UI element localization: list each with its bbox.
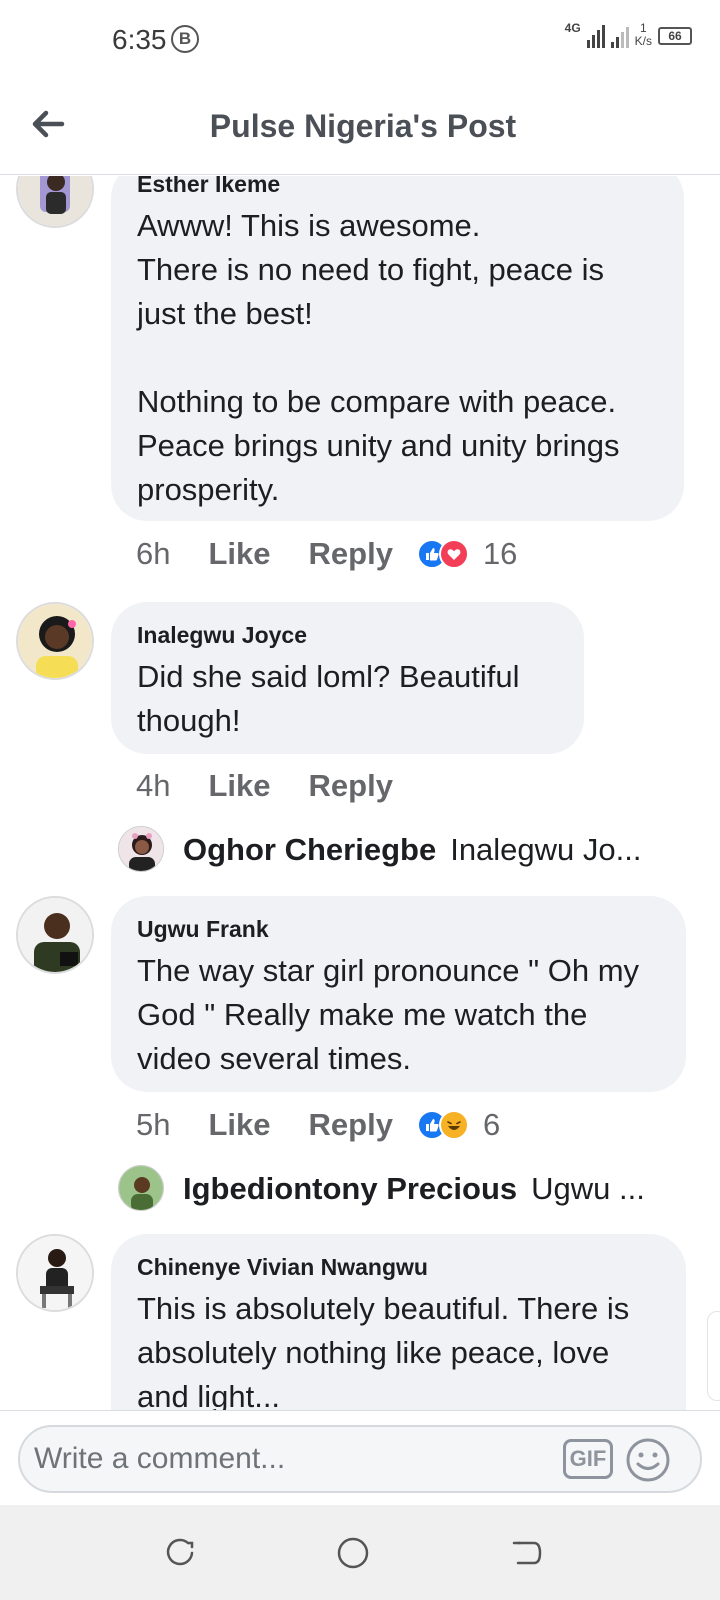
comment-text: Did she said loml? Beautiful though! bbox=[137, 659, 520, 738]
comment-actions: 4h Like Reply bbox=[136, 768, 431, 804]
comment-author[interactable]: Inalegwu Joyce bbox=[137, 622, 558, 649]
haha-icon bbox=[438, 1110, 469, 1140]
back-icon[interactable] bbox=[508, 1535, 544, 1571]
comment-time: 6h bbox=[136, 536, 171, 571]
comment-text: This is absolutely beautiful. There is a… bbox=[137, 1291, 630, 1410]
avatar[interactable] bbox=[16, 176, 94, 228]
comment-bubble[interactable]: Inalegwu Joyce Did she said loml? Beauti… bbox=[111, 602, 584, 754]
smiley-icon[interactable] bbox=[624, 1436, 672, 1484]
page-title: Pulse Nigeria's Post bbox=[209, 108, 517, 144]
comment-bubble[interactable]: Esther Ikeme Awww! This is awesome. Ther… bbox=[111, 176, 684, 521]
signal-strength-icon bbox=[586, 24, 605, 48]
signal-strength-secondary-icon bbox=[610, 24, 629, 48]
reply-preview[interactable]: Igbediontony Precious Ugwu ... bbox=[183, 1171, 645, 1207]
comment-time: 4h bbox=[136, 768, 171, 803]
app-header: Pulse Nigeria's Post bbox=[0, 80, 720, 175]
reactions-summary[interactable]: 6 bbox=[416, 1107, 501, 1143]
comment-bubble[interactable]: Chinenye Vivian Nwangwu This is absolute… bbox=[111, 1234, 686, 1410]
reply-snippet: Inalegwu Jo... bbox=[450, 832, 642, 867]
reaction-count: 16 bbox=[482, 536, 518, 571]
reaction-count: 6 bbox=[482, 1107, 501, 1142]
comment-bubble[interactable]: Ugwu Frank The way star girl pronounce "… bbox=[111, 896, 686, 1092]
status-indicators: 4G 1 K/s 66 bbox=[565, 22, 692, 48]
gif-button[interactable]: GIF bbox=[563, 1439, 613, 1479]
comment-text: Awww! This is awesome. There is no need … bbox=[137, 208, 620, 507]
network-speed: 1 K/s bbox=[634, 21, 652, 48]
system-navigation-bar bbox=[0, 1505, 720, 1600]
like-button[interactable]: Like bbox=[208, 1107, 270, 1143]
reply-preview[interactable]: Oghor Cheriegbe Inalegwu Jo... bbox=[183, 832, 642, 868]
comment-time: 5h bbox=[136, 1107, 171, 1142]
status-notification-badge: B bbox=[171, 25, 199, 53]
reply-snippet: Ugwu ... bbox=[531, 1171, 645, 1206]
comment-author[interactable]: Ugwu Frank bbox=[137, 916, 660, 943]
network-type: 4G bbox=[564, 21, 581, 35]
comment-author[interactable]: Chinenye Vivian Nwangwu bbox=[137, 1254, 660, 1281]
scroll-handle[interactable] bbox=[707, 1311, 720, 1401]
status-bar: 6:35 B 4G 1 K/s 66 bbox=[0, 0, 720, 80]
comment-input[interactable] bbox=[34, 1437, 554, 1481]
battery-icon: 66 bbox=[658, 27, 692, 45]
comment-actions: 6h Like Reply 16 bbox=[136, 536, 517, 572]
reactions-summary[interactable]: 16 bbox=[416, 536, 518, 572]
avatar[interactable] bbox=[118, 826, 164, 872]
status-time: 6:35 bbox=[112, 24, 167, 55]
comment-actions: 5h Like Reply 6 bbox=[136, 1107, 500, 1143]
like-button[interactable]: Like bbox=[208, 536, 270, 572]
reply-author[interactable]: Igbediontony Precious bbox=[183, 1171, 517, 1207]
recents-icon[interactable] bbox=[162, 1535, 198, 1571]
avatar[interactable] bbox=[16, 896, 94, 974]
comment-text: The way star girl pronounce " Oh my God … bbox=[137, 953, 640, 1076]
reply-button[interactable]: Reply bbox=[309, 1107, 393, 1143]
avatar[interactable] bbox=[16, 1234, 94, 1312]
home-circle-icon[interactable] bbox=[335, 1535, 371, 1571]
avatar[interactable] bbox=[16, 602, 94, 680]
avatar[interactable] bbox=[118, 1165, 164, 1211]
love-icon bbox=[438, 539, 469, 569]
reply-button[interactable]: Reply bbox=[309, 768, 393, 804]
comment-composer[interactable]: GIF bbox=[18, 1425, 702, 1493]
like-button[interactable]: Like bbox=[208, 768, 270, 804]
comments-feed[interactable]: Esther Ikeme Awww! This is awesome. Ther… bbox=[0, 176, 720, 1410]
comment-author[interactable]: Esther Ikeme bbox=[137, 176, 658, 198]
comment-composer-bar: GIF bbox=[0, 1410, 720, 1505]
reply-author[interactable]: Oghor Cheriegbe bbox=[183, 832, 436, 868]
reply-button[interactable]: Reply bbox=[309, 536, 393, 572]
